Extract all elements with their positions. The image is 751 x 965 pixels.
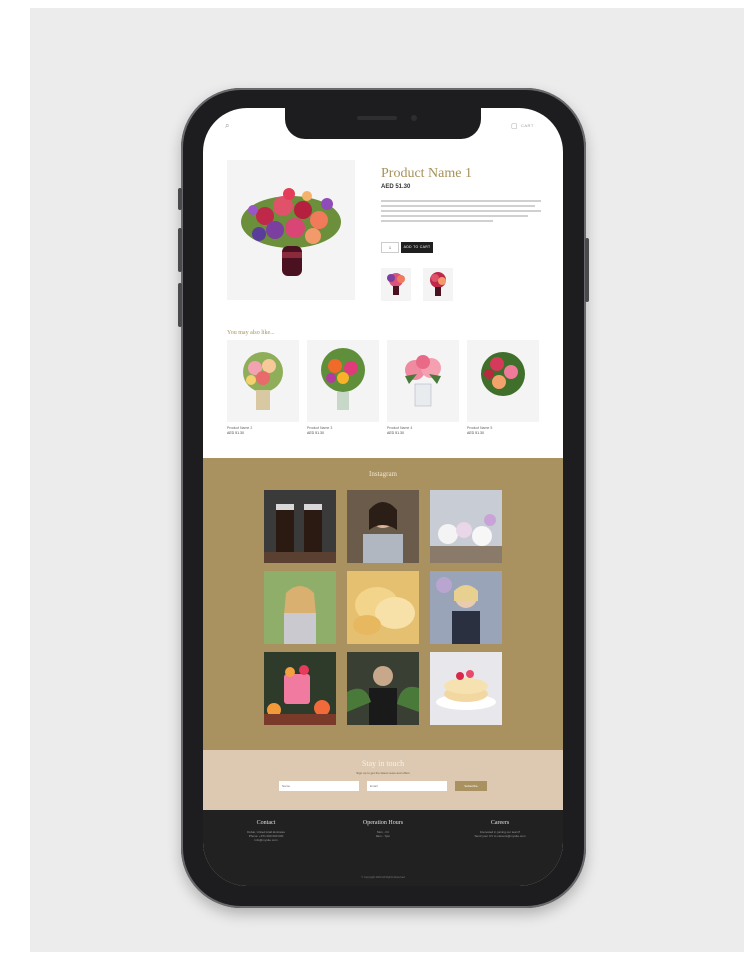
add-to-cart-button[interactable]: ADD TO CART	[401, 242, 433, 253]
mute-switch	[178, 188, 182, 210]
related-products-title: You may also like...	[227, 330, 275, 336]
phone-screen: ⌕ ▢ CART Product Name 1 AED 51.30 1 ADD …	[203, 108, 563, 886]
gallery-title: Instagram	[369, 470, 397, 478]
footer: Contact Dubai, United Arab Emirates Phon…	[203, 810, 563, 886]
related-product-price: AED 51.30	[227, 431, 244, 435]
gallery-photo-9[interactable]	[430, 652, 502, 725]
footer-hours-title: Operation Hours	[362, 820, 404, 826]
volume-down-button	[178, 283, 182, 327]
gallery-photo-7[interactable]	[264, 652, 336, 725]
footer-line: 9am - 7pm	[375, 834, 391, 838]
product-thumbnail-2[interactable]	[423, 268, 453, 301]
product-main-image[interactable]	[227, 160, 355, 300]
gallery-photo-3[interactable]	[430, 490, 502, 563]
footer-hours: Operation Hours Mon - Fri 9am - 7pm	[328, 820, 438, 838]
footer-line[interactable]: Send your CV to careers@mysite.com	[445, 834, 555, 838]
gallery-photo-6[interactable]	[430, 571, 502, 644]
newsletter-subtitle: Sign up to get the latest news and offer…	[356, 771, 410, 775]
power-button	[585, 238, 589, 302]
gallery-photo-8[interactable]	[347, 652, 419, 725]
related-product-name[interactable]: Product Name 5	[467, 426, 492, 430]
subscribe-button[interactable]: Subscribe	[455, 781, 487, 791]
footer-line[interactable]: info@mysite.com	[211, 838, 321, 842]
related-product-card-1[interactable]	[227, 340, 299, 422]
cart-icon[interactable]: ▢	[511, 122, 518, 130]
related-product-price: AED 51.30	[387, 431, 404, 435]
related-product-name[interactable]: Product Name 4	[387, 426, 412, 430]
cart-label[interactable]: CART	[521, 123, 534, 128]
search-icon[interactable]: ⌕	[225, 122, 233, 130]
footer-contact: Contact Dubai, United Arab Emirates Phon…	[211, 820, 321, 842]
product-thumbnail-1[interactable]	[381, 268, 411, 301]
gallery-photo-1[interactable]	[264, 490, 336, 563]
email-input[interactable]	[367, 781, 447, 791]
product-description	[381, 200, 541, 225]
gallery-photo-4[interactable]	[264, 571, 336, 644]
volume-up-button	[178, 228, 182, 272]
product-title: Product Name 1	[381, 166, 472, 181]
product-price: AED 51.30	[381, 184, 411, 190]
related-product-price: AED 51.30	[467, 431, 484, 435]
footer-careers: Careers Interested in joining our team? …	[445, 820, 555, 838]
instagram-gallery: Instagram	[203, 458, 563, 750]
name-input[interactable]	[279, 781, 359, 791]
newsletter-section: Stay in touch Sign up to get the latest …	[203, 750, 563, 810]
related-product-price: AED 51.30	[307, 431, 324, 435]
gallery-photo-5[interactable]	[347, 571, 419, 644]
related-product-card-4[interactable]	[467, 340, 539, 422]
footer-careers-title: Careers	[490, 820, 510, 826]
copyright-text: © Copyright 2023 All Rights Reserved	[361, 876, 405, 879]
gallery-photo-2[interactable]	[347, 490, 419, 563]
newsletter-title: Stay in touch	[361, 759, 405, 768]
footer-contact-title: Contact	[256, 820, 276, 826]
quantity-input[interactable]: 1	[381, 242, 399, 253]
related-product-card-2[interactable]	[307, 340, 379, 422]
related-product-card-3[interactable]	[387, 340, 459, 422]
notch	[285, 108, 481, 139]
related-product-name[interactable]: Product Name 3	[307, 426, 332, 430]
related-product-name[interactable]: Product Name 2	[227, 426, 252, 430]
